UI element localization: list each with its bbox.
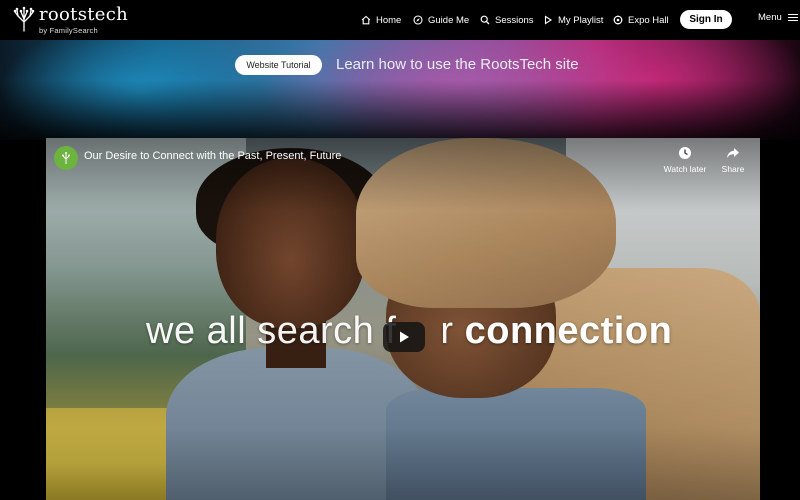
nav-item-label: Expo Hall — [628, 14, 669, 26]
tutorial-banner: Website Tutorial Learn how to use the Ro… — [0, 40, 800, 140]
home-icon — [361, 15, 371, 25]
watch-later-label: Watch later — [663, 164, 707, 174]
hamburger-icon — [787, 13, 798, 22]
share-icon — [727, 148, 739, 158]
logo-wordmark: rootstech — [39, 4, 129, 25]
share-label: Share — [721, 164, 745, 174]
nav-item-label: Guide Me — [428, 14, 470, 26]
play-icon — [400, 331, 409, 343]
tree-logo-icon — [13, 6, 35, 32]
top-navigation-bar: rootstech by FamilySearch Home Guide Me … — [0, 0, 800, 40]
clock-icon — [679, 147, 691, 159]
video-title[interactable]: Our Desire to Connect with the Past, Pre… — [84, 150, 341, 162]
tutorial-banner-text: Learn how to use the RootsTech site — [336, 56, 579, 73]
nav-item-label: Home — [376, 14, 402, 26]
nav-item-sessions[interactable]: Sessions — [480, 12, 534, 28]
caption-text-start: we all search f — [146, 310, 397, 352]
share-button[interactable]: Share — [708, 146, 758, 174]
nav-item-expo-hall[interactable]: Expo Hall — [613, 12, 669, 28]
tree-logo-icon — [62, 152, 70, 164]
nav-item-label: Sessions — [495, 14, 534, 26]
channel-avatar[interactable] — [54, 146, 78, 170]
menu-button[interactable]: Menu — [758, 12, 798, 23]
play-icon — [544, 15, 553, 25]
menu-label: Menu — [758, 12, 782, 23]
nav-item-my-playlist[interactable]: My Playlist — [543, 12, 603, 28]
compass-icon — [413, 15, 423, 25]
nav-item-home[interactable]: Home — [361, 12, 401, 28]
search-icon — [480, 15, 490, 25]
nav-item-label: My Playlist — [558, 14, 604, 26]
caption-text-middle: r — [440, 310, 465, 352]
play-button[interactable] — [383, 322, 425, 352]
sign-in-button[interactable]: Sign In — [680, 10, 732, 29]
expo-icon — [613, 15, 623, 25]
website-tutorial-button[interactable]: Website Tutorial — [235, 55, 322, 75]
rootstech-logo[interactable]: rootstech by FamilySearch — [12, 4, 128, 36]
logo-subtitle: by FamilySearch — [39, 26, 98, 35]
nav-item-guide-me[interactable]: Guide Me — [413, 12, 469, 28]
video-player[interactable]: Our Desire to Connect with the Past, Pre… — [46, 138, 760, 500]
caption-text-emphasis: connection — [464, 310, 673, 352]
watch-later-button[interactable]: Watch later — [660, 146, 710, 174]
